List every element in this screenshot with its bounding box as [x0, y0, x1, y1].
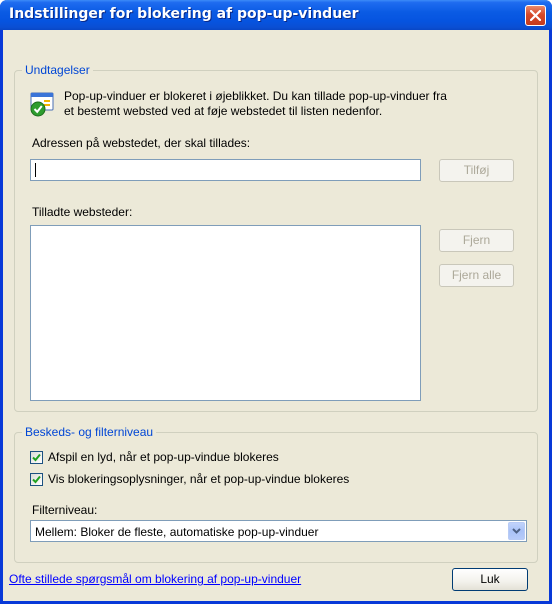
chevron-down-icon	[512, 528, 521, 534]
remove-all-button[interactable]: Fjern alle	[439, 264, 514, 287]
close-button[interactable]: Luk	[452, 568, 528, 591]
allowed-sites-list[interactable]	[30, 225, 421, 401]
show-info-option[interactable]: Vis blokeringsoplysninger, når et pop-up…	[30, 472, 390, 487]
dropdown-arrow-button[interactable]	[508, 522, 525, 540]
remove-button[interactable]: Fjern	[439, 229, 514, 252]
title-bar[interactable]: Indstillinger for blokering af pop-up-vi…	[0, 0, 552, 30]
address-input[interactable]	[30, 159, 421, 181]
popup-blocker-settings-dialog: Indstillinger for blokering af pop-up-vi…	[0, 0, 552, 604]
info-text-line-2: et bestemt websted ved at føje webstedet…	[64, 104, 383, 118]
address-label: Adressen på webstedet, der skal tillades…	[32, 136, 251, 150]
allowed-sites-label: Tilladte websteder:	[32, 205, 133, 219]
play-sound-checkbox[interactable]	[30, 451, 43, 464]
info-text-line-1: Pop-up-vinduer er blokeret i øjeblikket.…	[64, 89, 447, 103]
faq-link[interactable]: Ofte stillede spørgsmål om blokering af …	[9, 572, 301, 586]
close-icon	[530, 10, 541, 21]
filter-level-value: Mellem: Bloker de fleste, automatiske po…	[35, 525, 319, 539]
add-button[interactable]: Tilføj	[439, 159, 514, 182]
filter-level-label: Filterniveau:	[32, 503, 98, 517]
window-title: Indstillinger for blokering af pop-up-vi…	[9, 6, 359, 22]
checkmark-icon	[32, 475, 41, 484]
popup-blocked-info-icon	[30, 92, 54, 117]
checkmark-icon	[32, 453, 41, 462]
show-info-checkbox[interactable]	[30, 473, 43, 486]
notifications-legend: Beskeds- og filterniveau	[22, 425, 157, 439]
show-info-label: Vis blokeringsoplysninger, når et pop-up…	[48, 472, 350, 486]
play-sound-option[interactable]: Afspil en lyd, når et pop-up-vindue blok…	[30, 450, 330, 465]
exceptions-legend: Undtagelser	[22, 63, 93, 77]
play-sound-label: Afspil en lyd, når et pop-up-vindue blok…	[48, 450, 279, 464]
close-window-button[interactable]	[525, 5, 546, 26]
text-caret	[35, 163, 36, 177]
filter-level-dropdown[interactable]: Mellem: Bloker de fleste, automatiske po…	[30, 520, 527, 542]
